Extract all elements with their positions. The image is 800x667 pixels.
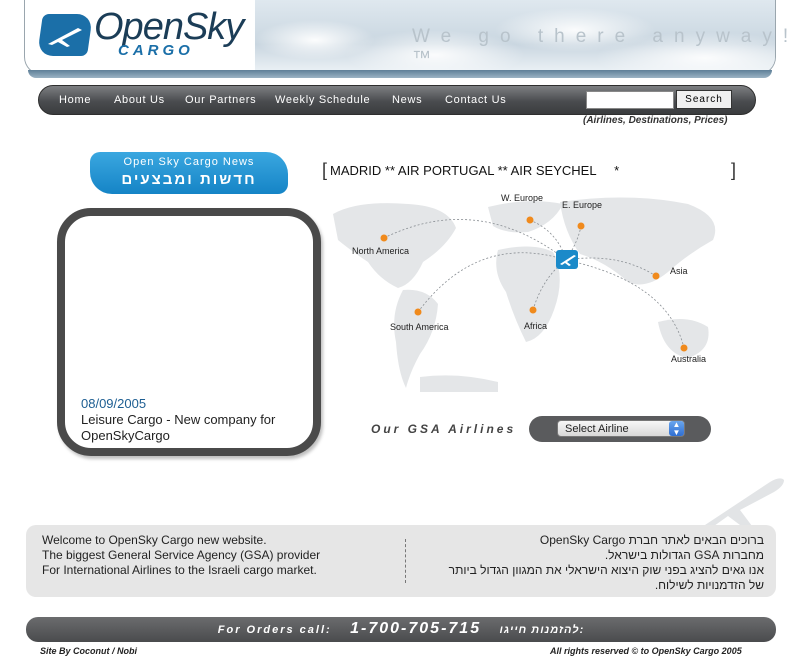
order-label: For Orders call: [217,624,332,636]
welcome-he-line: מחברות GSA הגדולות בישראל. [604,548,764,562]
label-north-america: North America [352,246,409,256]
order-line: For Orders call: 1-700-705-715 להזמנות ח… [26,620,776,638]
tagline: We go there anyway!™ [412,26,800,69]
gsa-select-bar: Select Airline ▲ ▼ [529,416,711,442]
nav-news[interactable]: News [392,94,422,106]
world-map: North America W. Europe E. Europe Asia S… [328,192,748,392]
gsa-airlines-label: Our GSA Airlines [371,422,517,436]
main-nav: Home About Us Our Partners Weekly Schedu… [38,85,756,115]
search-hint: (Airlines, Destinations, Prices) [583,115,728,126]
nav-home[interactable]: Home [59,94,91,106]
welcome-he-line: אנו גאים להציג בפני שוק היצוא הישראלי את… [448,563,764,577]
welcome-en-line: The biggest General Service Agency (GSA)… [42,548,321,562]
nav-our-partners[interactable]: Our Partners [185,94,256,106]
news-box: 08/09/2005 Leisure Cargo - New company f… [57,208,321,456]
site-credit[interactable]: Site By Coconut / Nobi [40,646,137,656]
header-shadow [28,70,772,78]
label-asia: Asia [670,266,688,276]
airline-select-value: Select Airline [565,423,629,435]
logo-plane-icon[interactable] [37,14,93,56]
welcome-divider [405,539,406,583]
welcome-en-line: Welcome to OpenSky Cargo new website. [42,533,267,547]
order-label-he: להזמנות חייגו: [499,624,585,636]
nav-contact-us[interactable]: Contact Us [445,94,506,106]
label-w-europe: W. Europe [501,193,543,203]
news-item-link[interactable]: Leisure Cargo - New company for OpenSkyC… [81,412,291,444]
news-title-he: חדשות ומבצעים [121,171,257,188]
nav-weekly-schedule[interactable]: Weekly Schedule [275,94,370,106]
label-e-europe: E. Europe [562,200,602,210]
welcome-text-he: ברוכים הבאים לאתר חברת OpenSky Cargo מחב… [449,533,764,593]
welcome-en-line: For International Airlines to the Israel… [42,563,317,577]
news-header: Open Sky Cargo News חדשות ומבצעים [90,152,288,194]
news-date: 08/09/2005 [81,396,147,411]
orders-footer: For Orders call: 1-700-705-715 להזמנות ח… [26,617,776,642]
order-phone: 1-700-705-715 [350,620,482,637]
select-arrows-icon: ▲ ▼ [669,421,684,437]
news-title-en: Open Sky Cargo News [123,156,255,168]
destinations-ticker: [ MADRID ** AIR PORTUGAL ** AIR SEYCHEL … [322,160,736,180]
label-africa: Africa [524,321,547,331]
copyright: All rights reserved © to OpenSky Cargo 2… [550,646,742,656]
welcome-panel: Welcome to OpenSky Cargo new website. Th… [26,525,776,597]
ticker-text: MADRID ** AIR PORTUGAL ** AIR SEYCHEL * [330,163,620,178]
welcome-text-en: Welcome to OpenSky Cargo new website. Th… [42,533,320,578]
label-south-america: South America [390,322,449,332]
search-input[interactable] [586,91,674,109]
welcome-he-line: ברוכים הבאים לאתר חברת OpenSky Cargo [539,533,764,547]
continents [333,197,716,392]
search-button[interactable]: Search [676,90,732,109]
ticker-bracket-right: ] [730,160,736,180]
airline-select[interactable]: Select Airline ▲ ▼ [557,420,685,437]
ticker-bracket-left: [ [322,160,328,180]
label-australia: Australia [671,354,706,364]
logo-subtext: CARGO [118,42,194,59]
nav-about-us[interactable]: About Us [114,94,165,106]
welcome-he-line: של הזדמנויות לשילוח. [654,578,764,592]
hub-plane-icon [556,250,578,269]
